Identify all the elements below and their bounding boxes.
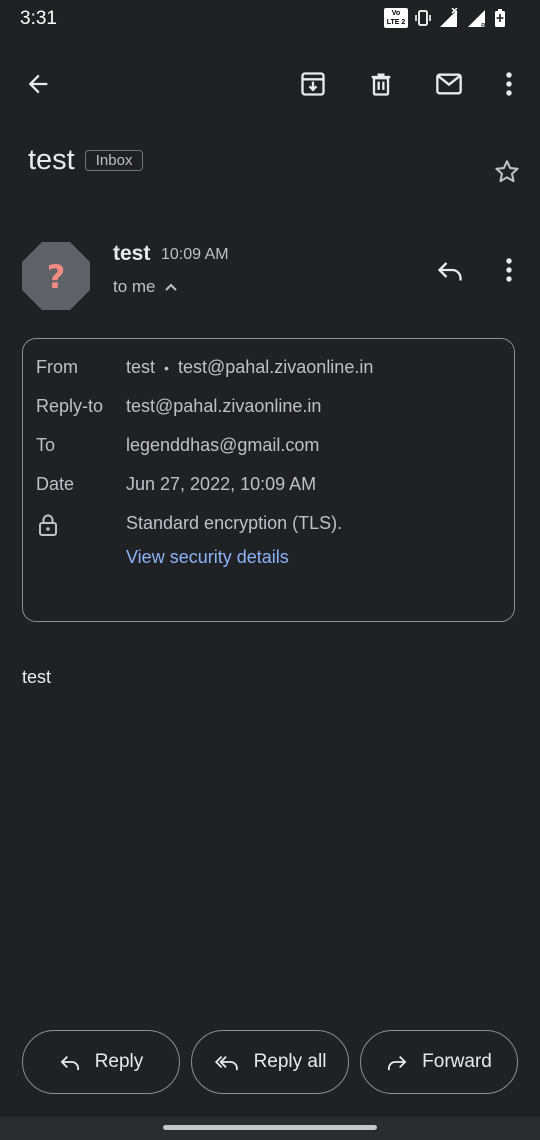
- back-button[interactable]: [18, 64, 58, 104]
- delete-icon: [371, 73, 391, 96]
- reply-label: Reply: [94, 1051, 144, 1072]
- archive-button[interactable]: [293, 64, 333, 104]
- vibrate-icon: [415, 10, 431, 26]
- from-name: test: [126, 357, 156, 377]
- reply-icon: [437, 262, 462, 281]
- volte-line1: Vo: [391, 10, 401, 17]
- chevron-up-icon: [164, 283, 177, 291]
- star-button[interactable]: [487, 152, 527, 192]
- sender-avatar[interactable]: ?: [22, 242, 90, 310]
- signal-x-icon: [440, 8, 458, 27]
- encryption-text: Standard encryption (TLS).: [126, 513, 343, 533]
- mark-unread-icon: [436, 73, 462, 95]
- back-arrow-icon: [28, 74, 48, 94]
- reply-button[interactable]: Reply: [22, 1030, 180, 1094]
- star-icon: [495, 160, 519, 183]
- date-value: Jun 27, 2022, 10:09 AM: [126, 474, 317, 494]
- avatar-glyph: ?: [47, 258, 66, 296]
- delete-button[interactable]: [361, 64, 401, 104]
- volte-icon: Vo LTE 2: [384, 8, 408, 28]
- reply-all-icon: [214, 1055, 238, 1071]
- more-options-button[interactable]: [489, 64, 529, 104]
- reply-to-label: Reply-to: [36, 396, 104, 416]
- from-value: test • test@pahal.zivaonline.in: [126, 357, 373, 378]
- email-subject: test: [28, 144, 75, 176]
- lock-icon: [38, 513, 58, 542]
- sender-name: test: [113, 242, 151, 265]
- reply-icon: [60, 1055, 79, 1071]
- svg-text:R: R: [481, 22, 486, 28]
- volte-line2: LTE 2: [386, 19, 406, 26]
- sent-time: 10:09 AM: [161, 246, 229, 263]
- to-value: legenddhas@gmail.com: [126, 435, 320, 455]
- subject-row: test Inbox: [28, 144, 144, 177]
- archive-icon: [301, 72, 325, 96]
- from-email: test@pahal.zivaonline.in: [177, 357, 374, 377]
- forward-label: Forward: [422, 1051, 492, 1072]
- status-time: 3:31: [20, 8, 57, 29]
- date-label: Date: [36, 474, 75, 494]
- view-security-details-link[interactable]: View security details: [126, 547, 289, 568]
- reply-icon-button[interactable]: [430, 250, 470, 290]
- from-label: From: [36, 357, 78, 377]
- to-me-label: to me: [113, 277, 156, 296]
- message-more-button[interactable]: [489, 250, 529, 290]
- reply-all-button[interactable]: Reply all: [191, 1030, 349, 1094]
- home-gesture-handle[interactable]: [163, 1125, 377, 1130]
- inbox-label-chip[interactable]: Inbox: [84, 150, 144, 171]
- status-icons: Vo LTE 2 R: [384, 8, 506, 28]
- forward-icon: [388, 1055, 407, 1071]
- reply-to-value: test@pahal.zivaonline.in: [126, 396, 322, 416]
- from-separator: •: [164, 360, 169, 376]
- forward-button[interactable]: Forward: [360, 1030, 518, 1094]
- mark-unread-button[interactable]: [429, 64, 469, 104]
- more-vert-icon: [506, 258, 512, 282]
- signal-roaming-icon: R: [468, 10, 486, 28]
- reply-all-label: Reply all: [253, 1051, 327, 1072]
- to-label: To: [36, 435, 56, 455]
- recipient-toggle[interactable]: to me: [113, 277, 178, 297]
- email-body: test: [22, 667, 52, 687]
- more-vert-icon: [506, 72, 512, 96]
- battery-icon: [495, 9, 505, 27]
